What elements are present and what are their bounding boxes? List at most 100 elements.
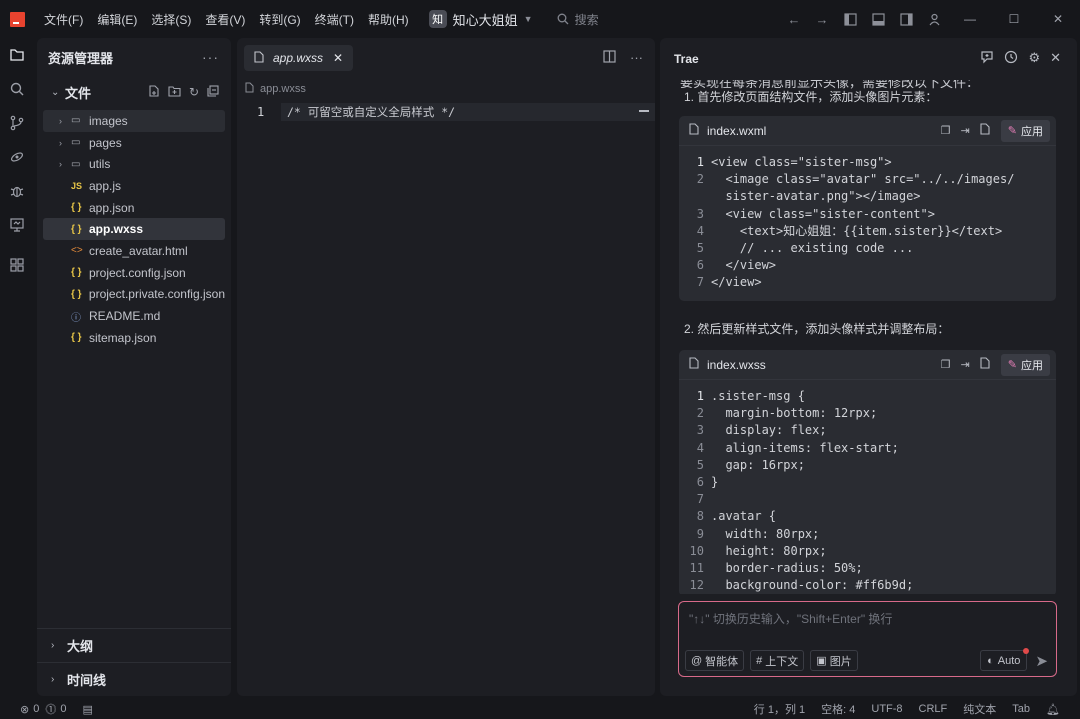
toggle-left-panel-icon[interactable] <box>836 0 864 38</box>
notifications-bell-icon[interactable]: 🔔︎ <box>1046 703 1060 716</box>
code-line[interactable]: /* 可留空或自定义全局样式 */ <box>281 104 455 120</box>
code-text: gap: 16rpx; <box>711 457 805 472</box>
search-icon[interactable] <box>0 72 34 106</box>
explorer-icon[interactable] <box>0 38 34 72</box>
code-text: <image class="avatar" src="../../images/ <box>711 172 1015 187</box>
new-chat-icon[interactable] <box>980 50 994 67</box>
error-icon: ⊗ <box>20 703 30 716</box>
line-number: 11 <box>689 561 704 576</box>
language-mode[interactable]: 纯文本 <box>963 701 996 717</box>
refresh-icon[interactable]: ↻ <box>189 85 199 100</box>
image-button[interactable]: ▣ 图片 <box>810 650 858 671</box>
line-number: 12 <box>689 578 704 593</box>
collapse-all-icon[interactable] <box>207 84 219 100</box>
menu-help[interactable]: 帮助(H) <box>368 11 409 28</box>
debug-icon[interactable] <box>0 174 34 208</box>
forward-arrow-icon[interactable]: → <box>808 0 836 38</box>
warning-count: 0 <box>60 703 67 715</box>
indent-spaces[interactable]: 空格: 4 <box>821 701 855 717</box>
code-block-line: 10 height: 80rpx; <box>679 543 1056 560</box>
activity-bar <box>0 38 34 698</box>
outline-section[interactable]: › 大纲 <box>37 628 231 662</box>
account-icon[interactable] <box>920 0 948 38</box>
editor-panel: app.wxss ✕ ··· app.wxss 1 /* 可留空或自定义全局样式… <box>237 38 655 696</box>
split-editor-icon[interactable] <box>603 50 616 66</box>
add-file-icon[interactable] <box>980 357 991 372</box>
line-number: 1 <box>257 105 265 119</box>
insert-icon[interactable]: ⇥ <box>961 358 970 371</box>
timeline-section[interactable]: › 时间线 <box>37 662 231 696</box>
tree-file-create-avatar-html[interactable]: <> create_avatar.html <box>43 240 225 262</box>
files-section-header[interactable]: ⌄ 文件 ↻ <box>37 78 231 106</box>
mode-selector[interactable]: ◐ Auto <box>980 648 1030 671</box>
indent-mode[interactable]: Tab <box>1012 703 1030 715</box>
settings-gear-icon[interactable]: ⚙ <box>1028 50 1040 67</box>
menu-file[interactable]: 文件(F) <box>44 11 83 28</box>
more-options-icon[interactable]: ··· <box>630 50 643 66</box>
close-icon[interactable]: ✕ <box>333 51 343 65</box>
remote-icon[interactable] <box>0 140 34 174</box>
code-block-line: sister-avatar.png"></image> <box>679 188 1056 205</box>
line-number: 2 <box>696 172 704 187</box>
preview-icon[interactable] <box>0 208 34 242</box>
tree-folder-images[interactable]: › ▭ images <box>43 110 225 132</box>
menu-selection[interactable]: 选择(S) <box>151 11 191 28</box>
menu-edit[interactable]: 编辑(E) <box>97 11 137 28</box>
scrollbar-marker <box>639 110 649 112</box>
add-file-icon[interactable] <box>980 123 991 138</box>
tree-folder-utils[interactable]: › ▭ utils <box>43 153 225 175</box>
apply-button[interactable]: ✎ 应用 <box>1000 119 1050 142</box>
tree-file-app-js[interactable]: JS app.js <box>43 175 225 197</box>
code-block-line: 5 // ... existing code ... <box>679 240 1056 257</box>
html-file-icon: <> <box>71 245 83 257</box>
line-ending[interactable]: CRLF <box>919 703 948 715</box>
agent-button[interactable]: @ 智能体 <box>685 650 745 671</box>
tree-folder-pages[interactable]: › ▭ pages <box>43 132 225 154</box>
source-control-icon[interactable] <box>0 106 34 140</box>
toggle-right-panel-icon[interactable] <box>892 0 920 38</box>
encoding[interactable]: UTF-8 <box>871 703 902 715</box>
context-button[interactable]: # 上下文 <box>750 650 805 671</box>
code-text: <view class="sister-content"> <box>711 206 935 221</box>
maximize-icon[interactable]: ☐ <box>992 0 1036 38</box>
new-folder-icon[interactable] <box>168 85 181 100</box>
back-arrow-icon[interactable]: ← <box>780 0 808 38</box>
tab-app-wxss[interactable]: app.wxss ✕ <box>244 45 354 71</box>
menu-view[interactable]: 查看(V) <box>205 11 245 28</box>
send-icon[interactable]: ➤ <box>1035 652 1048 670</box>
more-options-icon[interactable]: ··· <box>202 49 219 65</box>
menu-terminal[interactable]: 终端(T) <box>315 11 354 28</box>
minimize-icon[interactable]: — <box>948 0 992 38</box>
extensions-icon[interactable] <box>0 248 34 282</box>
line-number: 6 <box>696 475 704 490</box>
apply-button[interactable]: ✎ 应用 <box>1000 353 1050 376</box>
code-text: width: 80rpx; <box>711 526 820 541</box>
chat-input[interactable]: "↑↓" 切换历史输入，"Shift+Enter" 换行 @ 智能体 # 上下文… <box>678 601 1057 677</box>
copy-icon[interactable]: ❐ <box>941 124 951 137</box>
close-icon[interactable]: ✕ <box>1050 50 1061 67</box>
tree-file-project-private-config[interactable]: { } project.private.config.json <box>43 284 225 306</box>
cursor-position[interactable]: 行 1，列 1 <box>754 701 805 717</box>
copy-icon[interactable]: ❐ <box>941 358 951 371</box>
file-icon <box>689 357 699 372</box>
search-box[interactable]: 搜索 <box>557 11 599 28</box>
workspace-switcher[interactable]: 知 知心大姐姐 ▼ <box>428 10 533 29</box>
code-editor[interactable]: 1 /* 可留空或自定义全局样式 */ <box>237 103 655 121</box>
insert-icon[interactable]: ⇥ <box>961 124 970 137</box>
apply-label: 应用 <box>1021 125 1043 138</box>
tree-file-sitemap[interactable]: { } sitemap.json <box>43 327 225 349</box>
new-file-icon[interactable] <box>148 84 160 100</box>
mode-label: Auto <box>997 654 1021 667</box>
tree-item-label: images <box>89 113 128 128</box>
history-icon[interactable] <box>1004 50 1018 67</box>
tree-file-app-wxss[interactable]: { } app.wxss <box>43 218 225 241</box>
toggle-bottom-panel-icon[interactable] <box>864 0 892 38</box>
tree-file-readme[interactable]: ⓘ README.md <box>43 305 225 327</box>
problems-indicator[interactable]: ⊗ 0 ⓵ 0 ▤ <box>0 701 93 717</box>
menu-go[interactable]: 转到(G) <box>259 11 300 28</box>
tree-file-app-json[interactable]: { } app.json <box>43 197 225 219</box>
terminal-icon[interactable]: ▤ <box>82 703 92 716</box>
tree-file-project-config[interactable]: { } project.config.json <box>43 262 225 284</box>
close-window-icon[interactable]: ✕ <box>1036 0 1080 38</box>
breadcrumb-file[interactable]: app.wxss <box>260 83 306 95</box>
